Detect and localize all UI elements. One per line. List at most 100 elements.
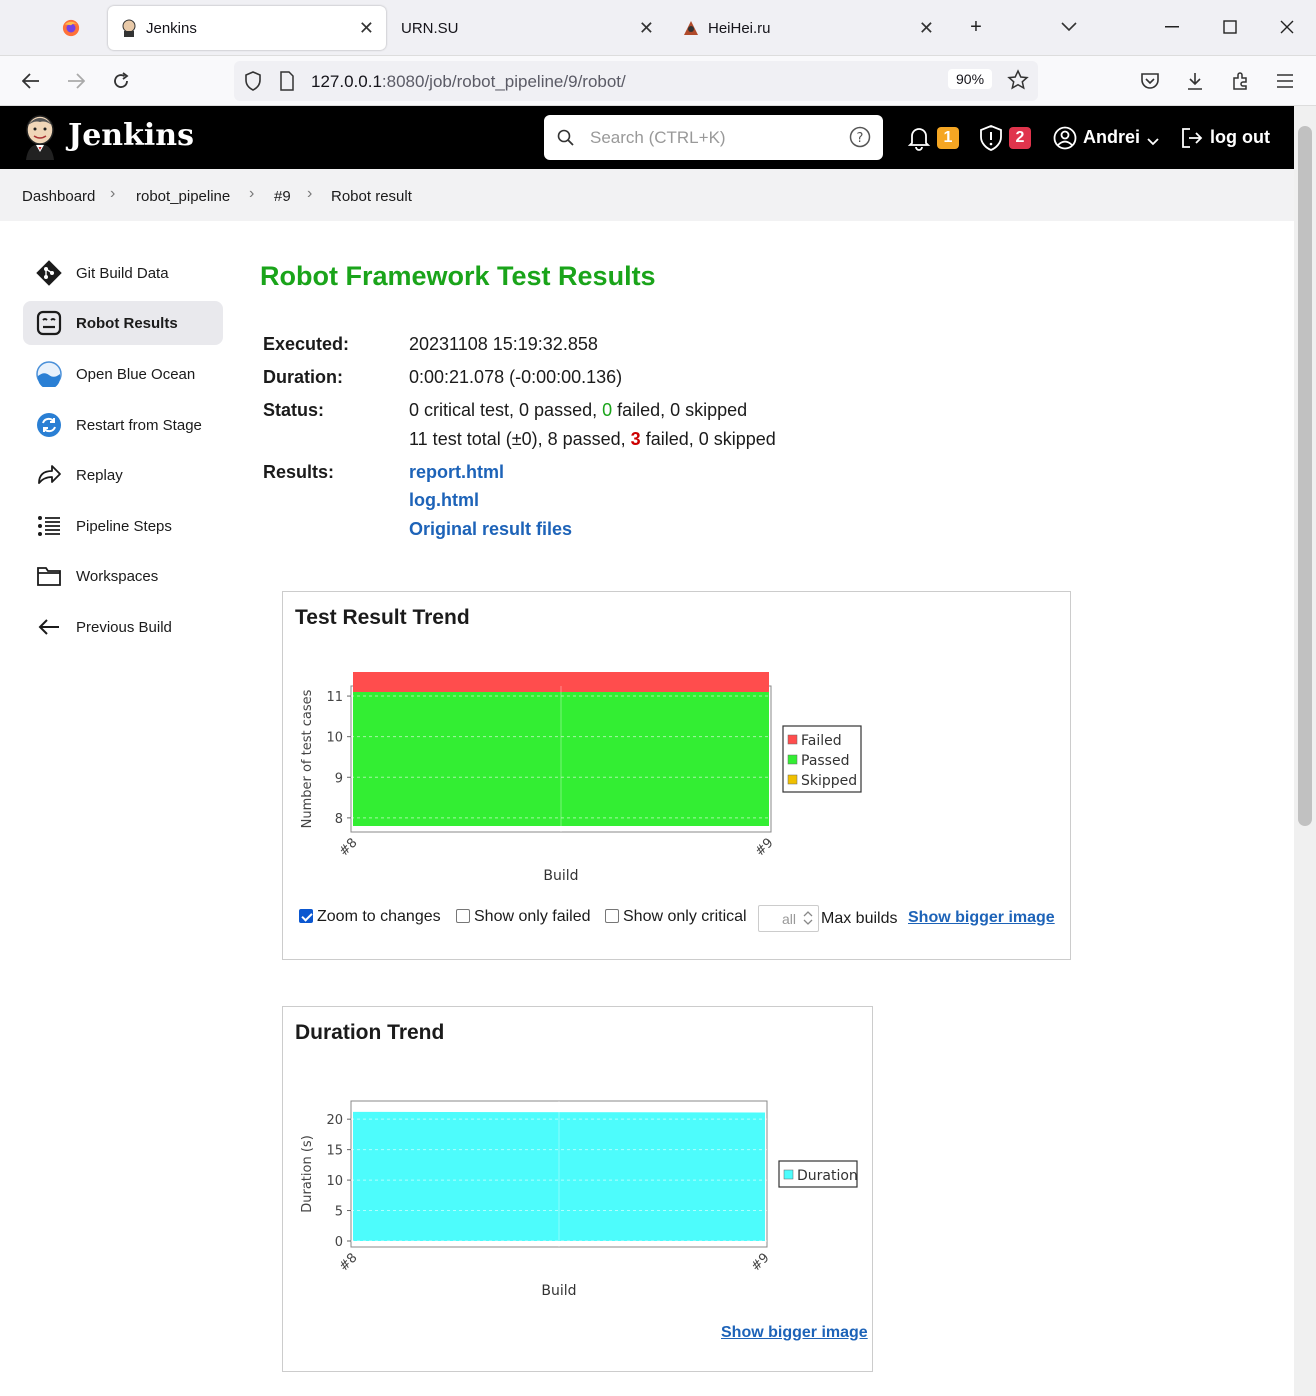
show-only-failed-checkbox[interactable]: Show only failed xyxy=(456,908,591,926)
duration-trend-title: Duration Trend xyxy=(295,1021,445,1044)
max-builds-input[interactable]: all xyxy=(758,905,819,932)
logout-link[interactable]: log out xyxy=(1210,127,1270,148)
duration-value: 0:00:21.078 (-0:00:00.136) xyxy=(409,367,623,387)
security-shield-icon[interactable] xyxy=(979,125,1003,156)
close-icon[interactable]: ✕ xyxy=(359,18,374,39)
original-files-link[interactable]: Original result files xyxy=(409,519,572,540)
breadcrumb-job[interactable]: robot_pipeline xyxy=(136,188,230,205)
breadcrumb-dashboard[interactable]: Dashboard xyxy=(22,188,95,205)
maximize-icon[interactable] xyxy=(1215,12,1245,42)
chevron-down-icon[interactable] xyxy=(1147,133,1159,151)
checkbox-icon[interactable] xyxy=(456,909,470,923)
sidebar-item-pipeline-steps[interactable]: Pipeline Steps xyxy=(23,504,223,548)
tab-firefox[interactable] xyxy=(50,6,100,50)
logout-icon[interactable] xyxy=(1180,126,1204,155)
minimize-icon[interactable] xyxy=(1157,12,1187,42)
sidebar-item-replay[interactable]: Replay xyxy=(23,453,223,497)
url-text[interactable]: 127.0.0.1:8080/job/robot_pipeline/9/robo… xyxy=(311,72,626,92)
report-link[interactable]: report.html xyxy=(409,462,504,483)
trend-title: Test Result Trend xyxy=(295,606,470,629)
legend-swatch xyxy=(787,754,798,765)
pocket-icon[interactable] xyxy=(1135,66,1165,96)
new-tab-icon[interactable]: + xyxy=(961,12,991,42)
y-tick-label: 9 xyxy=(335,771,343,786)
extensions-icon[interactable] xyxy=(1226,66,1256,96)
close-window-icon[interactable] xyxy=(1272,12,1302,42)
blue-ocean-icon xyxy=(35,360,63,388)
y-tick-label: 10 xyxy=(326,731,343,746)
tab-label: HeiHei.ru xyxy=(708,19,771,37)
sidebar-item-label: Workspaces xyxy=(76,567,159,585)
sidebar-item-previous-build[interactable]: Previous Build xyxy=(23,605,223,649)
duration-trend-card: Duration Trend 0 5 10 15 20 #8 #9 Build Duration… xyxy=(282,1006,873,1372)
jenkins-brand[interactable]: Jenkins xyxy=(68,118,194,153)
x-axis-label: Build xyxy=(543,868,578,882)
sidebar-item-restart-from-stage[interactable]: Restart from Stage xyxy=(23,403,223,447)
search-placeholder: Search (CTRL+K) xyxy=(590,128,726,147)
help-icon[interactable]: ? xyxy=(849,126,871,153)
tab-jenkins[interactable]: Jenkins ✕ xyxy=(108,6,386,50)
test-result-trend-chart[interactable]: 8 9 10 11 #8 #9 Build Number of test cases Faile… xyxy=(291,672,871,882)
breadcrumb-build[interactable]: #9 xyxy=(274,188,291,205)
bookmark-star-icon[interactable] xyxy=(1007,69,1029,96)
robot-icon xyxy=(35,309,63,337)
checkbox-checked-icon[interactable] xyxy=(299,909,313,923)
max-builds-value: all xyxy=(781,911,796,927)
y-axis-label: Duration (s) xyxy=(300,1135,315,1213)
search-input[interactable]: Search (CTRL+K) ? xyxy=(544,115,883,160)
status-critical-line: 0 critical test, 0 passed, 0 failed, 0 s… xyxy=(409,400,748,420)
download-icon[interactable] xyxy=(1180,66,1210,96)
log-link[interactable]: log.html xyxy=(409,490,479,511)
status-label: Status: xyxy=(263,400,325,420)
show-bigger-image-link[interactable]: Show bigger image xyxy=(908,909,1055,927)
jenkins-logo-icon[interactable] xyxy=(22,114,58,165)
checkbox-icon[interactable] xyxy=(605,909,619,923)
breadcrumb-current[interactable]: Robot result xyxy=(331,188,412,205)
show-bigger-image-link[interactable]: Show bigger image xyxy=(721,1324,868,1342)
x-tick-label: #8 xyxy=(336,1250,360,1274)
svg-text:?: ? xyxy=(857,131,864,146)
git-icon xyxy=(35,259,63,287)
x-axis-label: Build xyxy=(541,1283,576,1299)
address-bar[interactable]: 127.0.0.1:8080/job/robot_pipeline/9/robo… xyxy=(234,61,1038,101)
show-only-critical-checkbox[interactable]: Show only critical xyxy=(605,908,747,926)
checkbox-label: Show only critical xyxy=(623,908,747,925)
y-tick-label: 15 xyxy=(326,1144,343,1159)
sidebar-item-open-blue-ocean[interactable]: Open Blue Ocean xyxy=(23,352,223,396)
forward-icon[interactable] xyxy=(61,66,91,96)
tab-heihei[interactable]: HeiHei.ru ✕ xyxy=(670,6,946,50)
page-info-icon[interactable] xyxy=(279,71,295,96)
spinner-arrows-icon[interactable] xyxy=(802,909,814,932)
jenkins-icon xyxy=(120,19,138,37)
menu-hamburger-icon[interactable] xyxy=(1270,66,1300,96)
status-total-line: 11 test total (±0), 8 passed, 3 failed, … xyxy=(409,429,776,449)
sidebar-item-label: Open Blue Ocean xyxy=(76,365,196,383)
zoom-to-changes-checkbox[interactable]: Zoom to changes xyxy=(299,908,441,926)
security-badge[interactable]: 2 xyxy=(1009,127,1031,149)
sidebar-item-workspaces[interactable]: Workspaces xyxy=(23,554,223,598)
tab-urn[interactable]: URN.SU ✕ xyxy=(390,6,666,50)
duration-trend-chart[interactable]: 0 5 10 15 20 #8 #9 Build Duration (s) Duration xyxy=(291,1087,871,1302)
legend-swatch xyxy=(787,734,798,745)
sidebar-item-robot-results[interactable]: Robot Results xyxy=(23,301,223,345)
tab-list-chevron-icon[interactable] xyxy=(1054,12,1084,42)
reload-icon[interactable] xyxy=(106,66,136,96)
sidebar-item-label: Git Build Data xyxy=(76,264,169,282)
sidebar-item-label: Restart from Stage xyxy=(76,416,202,434)
search-icon xyxy=(557,129,574,151)
page-scrollbar[interactable] xyxy=(1294,106,1316,1396)
sidebar-item-git-build-data[interactable]: Git Build Data xyxy=(23,251,223,295)
browser-tab-bar: Jenkins ✕ URN.SU ✕ HeiHei.ru ✕ + xyxy=(0,0,1316,56)
back-icon[interactable] xyxy=(16,66,46,96)
bell-icon[interactable] xyxy=(907,125,931,156)
close-icon[interactable]: ✕ xyxy=(919,18,934,39)
scrollbar-thumb[interactable] xyxy=(1298,126,1312,826)
executed-value: 20231108 15:19:32.858 xyxy=(409,334,598,354)
notifications-badge[interactable]: 1 xyxy=(937,127,959,149)
x-tick-label: #8 xyxy=(336,835,360,859)
firefox-icon xyxy=(62,19,80,37)
close-icon[interactable]: ✕ xyxy=(639,18,654,39)
user-menu[interactable]: Andrei xyxy=(1083,127,1140,148)
zoom-level[interactable]: 90% xyxy=(948,69,993,89)
shield-icon[interactable] xyxy=(244,71,262,96)
